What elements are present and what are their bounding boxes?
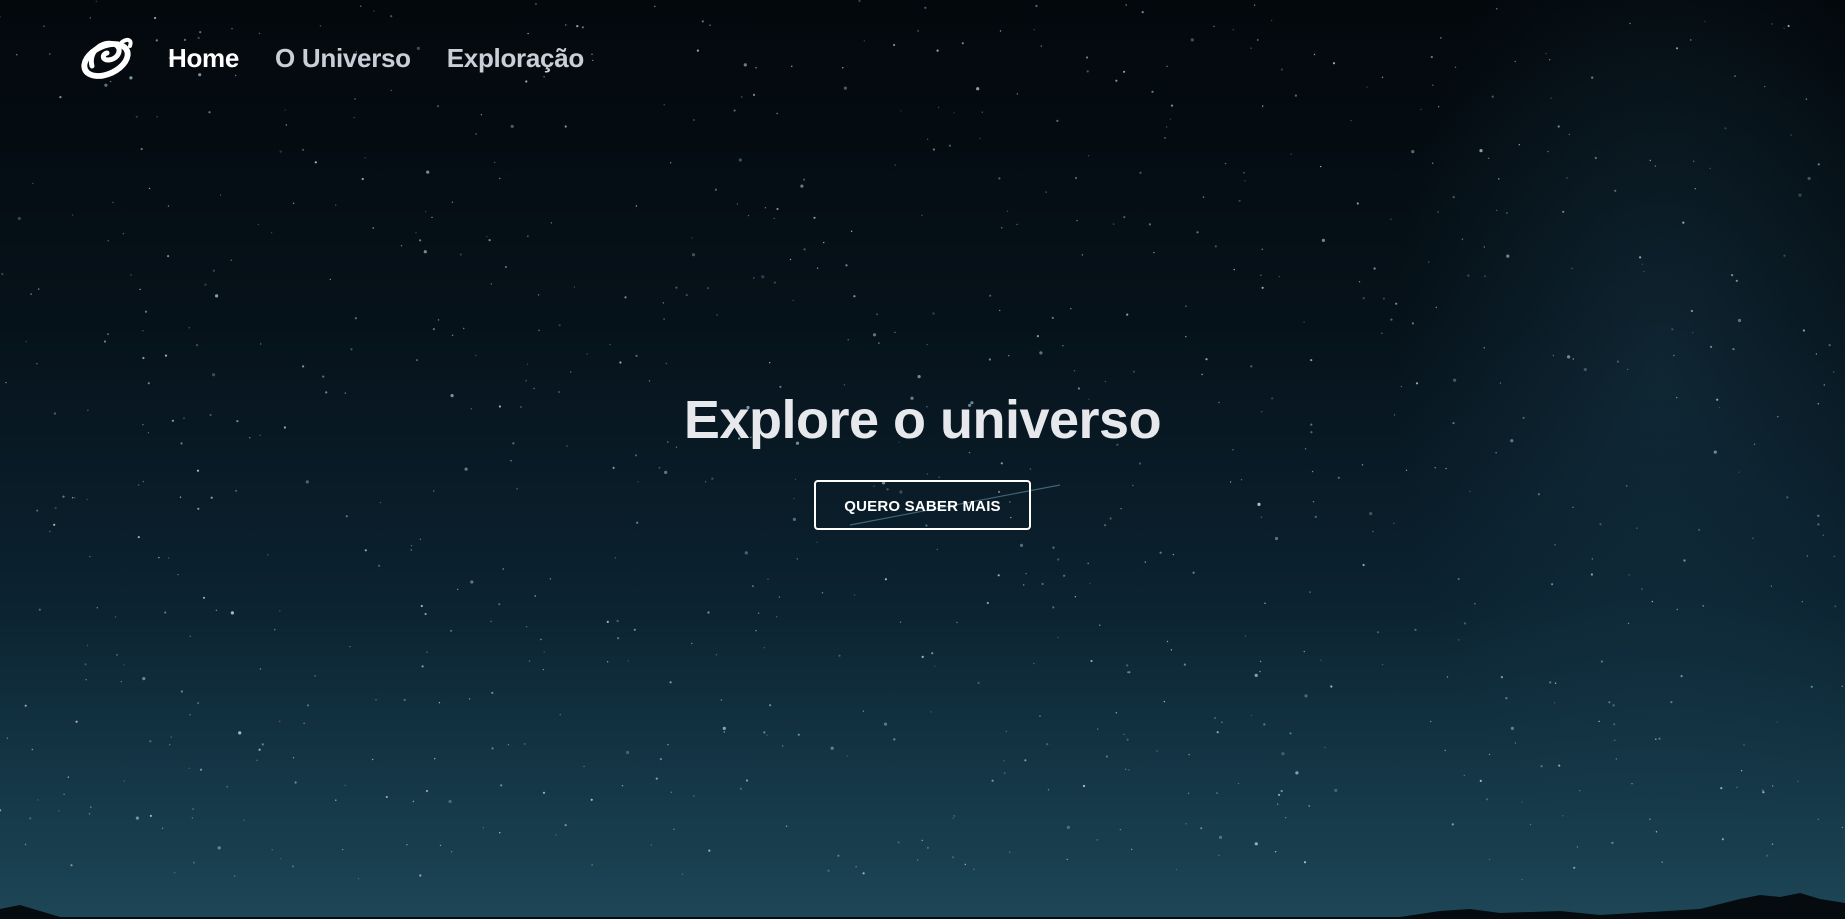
spiral-galaxy-icon[interactable] bbox=[78, 30, 134, 86]
hero-title: Explore o universo bbox=[683, 390, 1162, 450]
main-navbar: Home O Universo Exploração bbox=[78, 30, 620, 86]
nav-link-exploracao[interactable]: Exploração bbox=[447, 43, 584, 74]
hero-section: Home O Universo Exploração Explore o uni… bbox=[0, 0, 1845, 919]
nav-link-o-universo[interactable]: O Universo bbox=[275, 43, 411, 74]
hero-content: Explore o universo QUERO SABER MAIS bbox=[0, 385, 1845, 530]
learn-more-button[interactable]: QUERO SABER MAIS bbox=[814, 480, 1031, 530]
mountain-silhouette bbox=[0, 893, 1845, 919]
nav-link-home[interactable]: Home bbox=[168, 43, 239, 74]
